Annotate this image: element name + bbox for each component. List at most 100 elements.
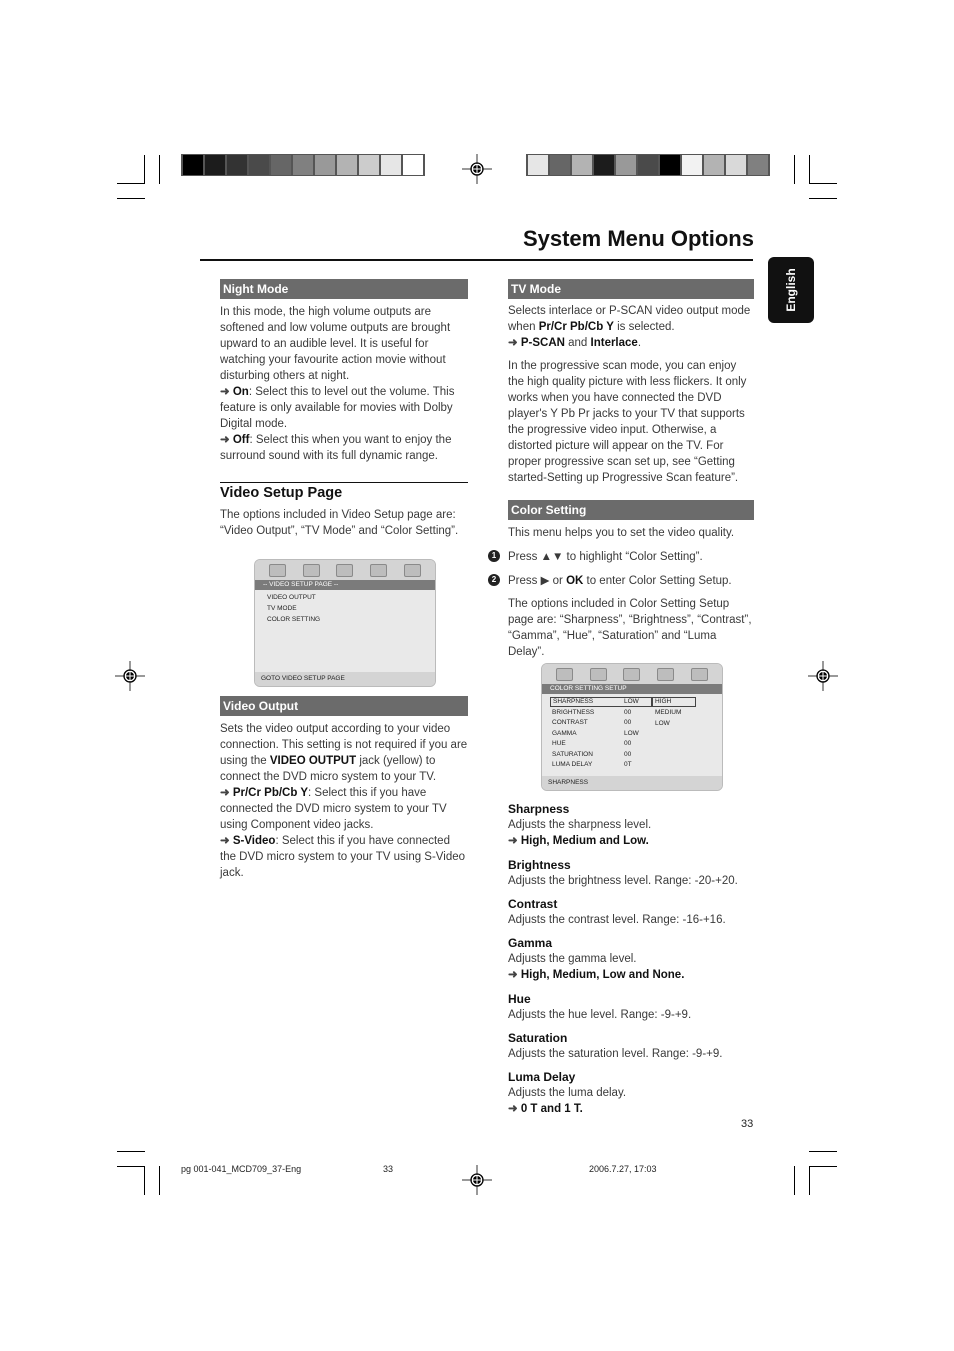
item-description: Adjusts the contrast level. Range: -16-+…	[508, 914, 726, 926]
preference-icon	[370, 563, 388, 577]
osd-setting-name: BRIGHTNESS	[552, 708, 595, 716]
osd-icon-bar	[255, 560, 435, 580]
night-mode-option-on: ➜ On: Select this to level out the volum…	[220, 384, 468, 432]
option-text: : Select this when you want to enjoy the…	[220, 434, 452, 462]
tv-mode-options: ➜ P-SCAN and Interlace.	[508, 335, 754, 351]
video-output-option-component: ➜ Pr/Cr Pb/Cb Y: Select this if you have…	[220, 785, 468, 833]
item-options: ➜ 0 T and 1 T.	[508, 1101, 754, 1117]
crop-mark	[809, 1151, 837, 1152]
osd-footer: SHARPNESS	[542, 776, 722, 790]
item-description: Adjusts the saturation level. Range: -9-…	[508, 1048, 723, 1060]
password-lock-icon	[690, 667, 708, 681]
osd-setting-value: 00	[624, 708, 632, 716]
footer-filename: pg 001-041_MCD709_37-Eng	[181, 1164, 302, 1174]
osd-menu-item: VIDEO OUTPUT	[267, 594, 316, 601]
registration-mark-icon	[808, 661, 838, 691]
osd-setting-name: LUMA DELAY	[552, 761, 593, 768]
osd-header: COLOR SETTING SETUP	[542, 684, 722, 694]
color-setting-item: Gamma Adjusts the gamma level. ➜ High, Med…	[508, 935, 754, 983]
color-swatch	[293, 155, 313, 175]
video-setup-icon	[623, 667, 641, 681]
osd-submenu-item: MEDIUM	[655, 709, 682, 716]
color-swatch	[748, 155, 768, 175]
crop-mark	[809, 155, 810, 184]
osd-setting-value: 00	[624, 719, 632, 726]
option-label: Pr/Cr Pb/Cb Y	[232, 787, 309, 799]
color-swatch	[271, 155, 291, 175]
osd-icon-bar	[542, 664, 722, 684]
video-setup-icon	[336, 563, 354, 577]
item-title: Luma Delay	[508, 1070, 576, 1084]
osd-setting-value: LOW	[624, 729, 639, 737]
language-tab: English	[768, 257, 814, 323]
color-swatch	[616, 155, 636, 175]
osd-setting-value: 00	[624, 740, 632, 747]
audio-setup-icon	[302, 563, 320, 577]
arrow-icon: ➜	[508, 337, 518, 349]
section-heading-night-mode: Night Mode	[220, 279, 468, 299]
color-setting-item: Luma Delay Adjusts the luma delay. ➜ 0 T a…	[508, 1069, 754, 1117]
osd-header: -- VIDEO SETUP PAGE --	[255, 580, 435, 590]
color-swatch	[594, 155, 614, 175]
color-swatch	[638, 155, 658, 175]
registration-mark-icon	[462, 154, 492, 184]
color-swatch	[227, 155, 247, 175]
color-swatch	[572, 155, 592, 175]
crop-mark	[117, 198, 145, 199]
title-divider	[200, 259, 753, 261]
option-label: P-SCAN	[520, 337, 565, 349]
night-mode-option-off: ➜ Off: Select this when you want to enjo…	[220, 432, 468, 464]
crop-mark	[117, 1151, 145, 1152]
step-2: 2 Press ▶ or OK to enter Color Setting Se…	[488, 573, 754, 589]
crop-mark	[794, 1166, 795, 1195]
bold-text: VIDEO OUTPUT	[269, 755, 357, 767]
item-options: ➜ High, Medium and Low.	[508, 833, 754, 849]
color-setting-item: Saturation Adjusts the saturation level. …	[508, 1030, 754, 1062]
tv-mode-intro: Selects interlace or P-SCAN video output…	[508, 303, 754, 335]
video-setup-text: The options included in Video Setup page…	[220, 509, 459, 537]
crop-mark	[117, 183, 145, 184]
osd-setting-name: HUE	[552, 740, 566, 747]
color-swatch	[550, 155, 570, 175]
osd-setting-name: SATURATION	[552, 750, 593, 758]
color-setting-item: Contrast Adjusts the contrast level. Rang…	[508, 896, 754, 928]
item-description: Adjusts the gamma level.	[508, 953, 637, 965]
arrow-icon: ➜	[508, 969, 521, 981]
page-number: 33	[741, 1118, 754, 1130]
left-column: Night Mode In this mode, the high volume…	[220, 279, 468, 539]
color-swatch	[660, 155, 680, 175]
footer-page: 33	[383, 1164, 394, 1174]
general-setup-icon	[269, 563, 287, 577]
osd-setting-name: GAMMA	[552, 729, 577, 737]
color-setting-screen: COLOR SETTING SETUP SHARPNESS LOW BRIGHTNE…	[541, 663, 723, 791]
crop-mark	[809, 198, 837, 199]
color-setting-intro: This menu helps you to set the video qua…	[508, 527, 735, 539]
osd-setting-value: 00	[624, 750, 632, 758]
text: .	[637, 337, 642, 349]
item-description: Adjusts the hue level. Range: -9-+9.	[508, 1009, 692, 1021]
arrow-icon: ➜	[508, 835, 521, 847]
option-label: Off	[232, 434, 250, 446]
option-labels: High, Medium and Low.	[520, 835, 649, 847]
color-swatch	[337, 155, 357, 175]
item-title: Gamma	[508, 936, 553, 950]
color-swatch	[381, 155, 401, 175]
color-swatch	[403, 155, 423, 175]
section-heading-tv-mode: TV Mode	[508, 279, 754, 299]
footer-date: 2006.7.27, 17:03	[589, 1164, 657, 1174]
video-output-intro: Sets the video output according to your …	[220, 721, 468, 785]
color-swatch	[205, 155, 225, 175]
arrow-icon: ➜	[220, 835, 230, 847]
section-heading-video-output: Video Output	[220, 696, 468, 716]
arrow-icon: ➜	[220, 787, 230, 799]
option-label: On	[232, 386, 249, 398]
arrow-icon: ➜	[220, 386, 230, 398]
osd-setting-value: LOW	[624, 698, 639, 705]
night-mode-intro: In this mode, the high volume outputs ar…	[220, 306, 451, 382]
crop-mark	[809, 1166, 837, 1167]
color-setting-item: Hue Adjusts the hue level. Range: -9-+9.	[508, 991, 754, 1023]
arrow-icon: ➜	[508, 1103, 521, 1115]
bold-text: Pr/Cr Pb/Cb Y	[538, 321, 614, 333]
video-setup-screen: -- VIDEO SETUP PAGE -- VIDEO OUTPUT TV M…	[254, 559, 436, 687]
option-labels: 0 T and 1 T.	[520, 1103, 583, 1115]
